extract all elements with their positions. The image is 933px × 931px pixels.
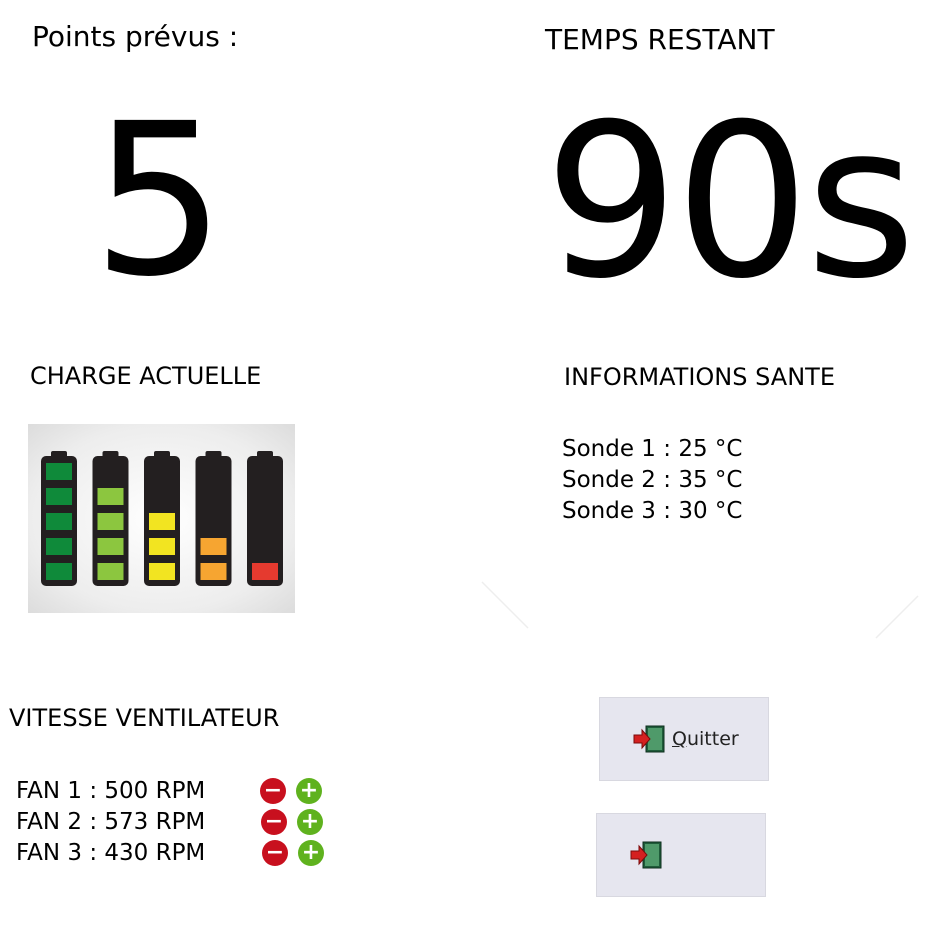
probe-3: Sonde 3 : 30 °C	[562, 498, 743, 524]
battery-3-cell	[149, 563, 175, 580]
battery-2-cell	[97, 513, 124, 530]
timer-value: 90s	[544, 78, 916, 325]
probe-2: Sonde 2 : 35 °C	[562, 467, 743, 493]
battery-icon	[41, 451, 283, 586]
fan-row-2: FAN 2 : 573 RPM − +	[16, 806, 323, 837]
battery-4-cell	[200, 563, 227, 580]
battery-1	[41, 451, 77, 586]
battery-2-cell	[97, 538, 124, 555]
exit-door-icon	[630, 841, 662, 869]
battery-levels-image	[28, 424, 295, 613]
exit-door-icon	[633, 725, 665, 753]
battery-1-cell	[46, 513, 72, 530]
quit-button[interactable]: Quitter	[599, 697, 769, 781]
fan-3-decrease-button[interactable]: −	[262, 839, 288, 866]
battery-3	[144, 451, 180, 586]
battery-1-cell	[46, 488, 72, 505]
battery-1-cell	[46, 563, 72, 580]
fan-row-1: FAN 1 : 500 RPM − +	[16, 775, 322, 806]
battery-3-cell	[149, 538, 175, 555]
fan-2-increase-button[interactable]: +	[297, 808, 323, 835]
fan-3-speed: FAN 3 : 430 RPM	[16, 839, 206, 866]
quit-icon-button[interactable]	[596, 813, 766, 897]
fan-2-decrease-button[interactable]: −	[261, 808, 287, 835]
battery-1-cell	[46, 538, 72, 555]
battery-5-cell	[252, 563, 278, 580]
battery-2-cell	[97, 563, 124, 580]
battery-2	[92, 451, 129, 586]
battery-2-cell	[97, 488, 124, 505]
battery-1-cell	[46, 463, 72, 480]
points-value: 5	[92, 78, 226, 323]
battery-5	[247, 451, 283, 586]
timer-label: TEMPS RESTANT	[545, 23, 775, 56]
fan-1-decrease-button[interactable]: −	[260, 777, 286, 804]
fan-row-3: FAN 3 : 430 RPM − +	[16, 837, 324, 868]
fans-label: VITESSE VENTILATEUR	[9, 704, 280, 732]
decorative-lines	[481, 581, 919, 639]
health-label: INFORMATIONS SANTE	[564, 363, 835, 391]
battery-4-cell	[200, 538, 227, 555]
battery-3-cell	[149, 513, 175, 530]
quit-button-label: Quitter	[672, 728, 739, 750]
probe-1: Sonde 1 : 25 °C	[562, 436, 743, 462]
battery-4	[195, 451, 232, 586]
points-label: Points prévus :	[32, 20, 239, 53]
fan-1-speed: FAN 1 : 500 RPM	[16, 777, 206, 804]
fan-3-increase-button[interactable]: +	[298, 839, 324, 866]
charge-label: CHARGE ACTUELLE	[30, 362, 262, 390]
fan-1-increase-button[interactable]: +	[296, 777, 322, 804]
fan-2-speed: FAN 2 : 573 RPM	[16, 808, 206, 835]
